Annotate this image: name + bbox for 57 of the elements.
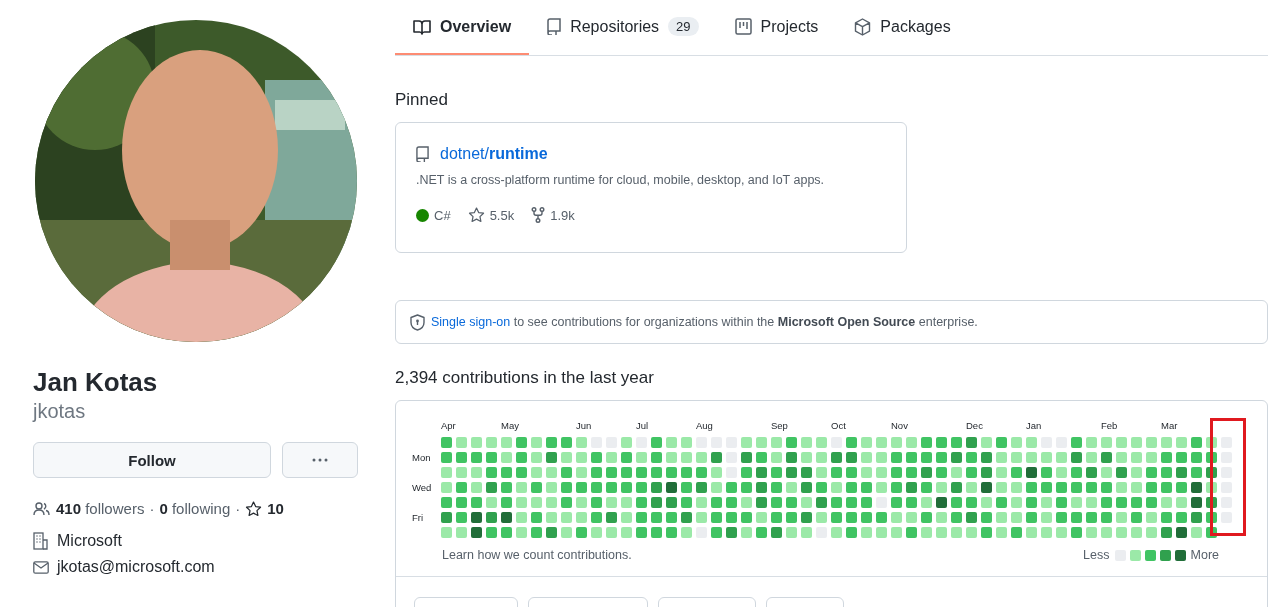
username: jkotas [33,399,87,424]
sso-link[interactable]: Single sign-on [431,315,511,329]
shield-icon [410,313,425,331]
repo-description: .NET is a cross-platform runtime for cloud, mobile, desktop, and IoT apps. [416,173,826,187]
star-icon [467,207,485,223]
more-icon [312,458,328,462]
tab[interactable]: Packages [836,0,969,55]
email-link[interactable]: jkotas@microsoft.com [57,558,215,576]
star-icon [245,500,263,517]
following-link[interactable]: 0 following [159,500,231,517]
tab[interactable]: Projects [716,0,837,55]
legend-more: More [1190,548,1219,562]
language: C# [434,207,451,223]
more-button[interactable] [282,442,358,478]
follow-button[interactable]: Follow [33,442,271,478]
count-badge: 29 [668,17,699,36]
month-label: Sep [771,419,789,433]
tab[interactable]: Overview [395,0,530,55]
star-count[interactable]: 5.5k [489,207,515,223]
separator: · [149,500,155,517]
month-label: Dec [966,419,984,433]
month-label: May [501,419,520,433]
people-icon [33,500,51,517]
month-label: Nov [891,419,909,433]
month-label: Apr [441,419,457,433]
day-label: Fri [412,512,425,523]
repo-link[interactable]: dotnet/runtime [440,145,548,163]
repo-icon [547,18,562,35]
month-label: Aug [696,419,714,433]
legend-scale-icon [1114,549,1186,561]
board-icon [734,18,752,35]
profile-name: Jan Kotas [33,366,159,398]
mail-icon [33,560,49,574]
book-icon [413,18,431,35]
month-label: Jan [1026,419,1043,433]
repo-icon [416,146,429,162]
separator: · [235,500,241,517]
month-label: Feb [1101,419,1119,433]
month-label: Oct [831,419,847,433]
fork-icon [531,207,546,223]
month-label: Jul [636,419,650,433]
learn-link[interactable]: Learn how we count contributions. [442,548,632,562]
legend-less: Less [1083,548,1110,562]
fork-count[interactable]: 1.9k [550,207,575,223]
contributions-heading: 2,394 contributions in the last year [395,368,655,388]
month-label: Jun [576,419,593,433]
notice-text: Single sign-on to see contributions for organizations within the Microsoft Open Source enterprise. [431,315,978,329]
day-label: Mon [412,452,432,463]
followers-link[interactable]: 410 followers [56,500,145,517]
tab[interactable]: Repositories 29 [529,0,717,55]
organization: Microsoft [57,532,122,550]
section-heading: Pinned [395,90,449,110]
building-icon [33,532,49,550]
starred-link[interactable]: 10 [267,500,284,517]
package-icon [854,17,872,36]
month-label: Mar [1161,419,1179,433]
day-label: Wed [412,482,433,493]
